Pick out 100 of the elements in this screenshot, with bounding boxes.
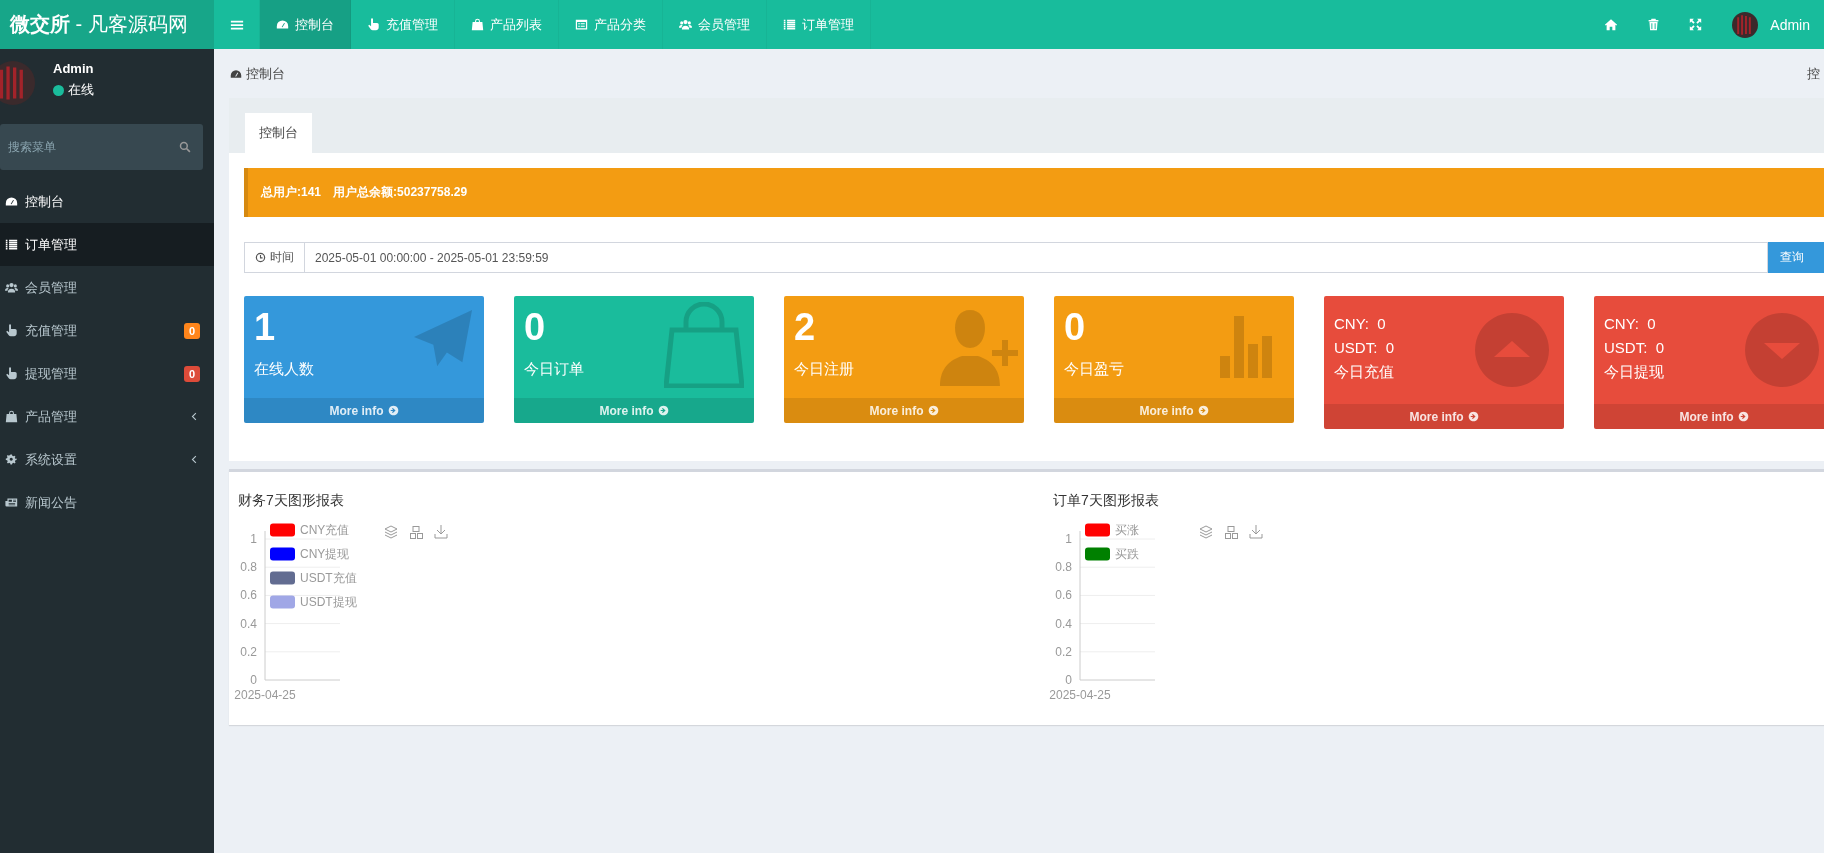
data-view-icon[interactable] [1225, 526, 1238, 539]
stat-value: 0 [1064, 305, 1086, 350]
list-icon [5, 238, 18, 251]
stat-value: USDT: 0 [1604, 338, 1665, 358]
breadcrumb[interactable]: 控制台 [230, 64, 285, 83]
stat-value: CNY: 0 [1334, 314, 1387, 334]
stack-icon[interactable] [384, 525, 398, 539]
up-arrow-icon [1475, 313, 1549, 387]
stat-value: 1 [254, 305, 276, 350]
status-text: 在线 [68, 81, 94, 99]
legend-label[interactable]: CNY充值 [300, 523, 350, 537]
sidebar-item[interactable]: 新闻公告 [0, 481, 214, 524]
more-info-link[interactable]: More info [1324, 404, 1564, 429]
users-icon [5, 281, 18, 294]
more-info-link[interactable]: More info [1594, 404, 1824, 429]
stat-value: USDT: 0 [1334, 338, 1395, 358]
sidebar-item[interactable]: 产品管理 [0, 395, 214, 438]
nav-tab[interactable]: 订单管理 [767, 0, 871, 49]
axis-tick-label: 0 [1065, 673, 1072, 687]
newspaper-icon [5, 496, 18, 509]
search-field[interactable]: 搜索菜单 [0, 124, 203, 170]
users-icon [679, 18, 692, 31]
clock-icon [255, 252, 266, 263]
legend-label[interactable]: 买涨 [1115, 523, 1139, 537]
down-arrow-icon [1745, 313, 1819, 387]
legend-swatch[interactable] [270, 571, 295, 585]
legend-label[interactable]: USDT提现 [300, 595, 357, 609]
legend-swatch[interactable] [1085, 523, 1110, 537]
axis-tick-label: 0.6 [240, 588, 257, 603]
more-info-link[interactable]: More info [514, 398, 754, 423]
stat-label: 今日充值 [1334, 363, 1395, 382]
gauge-icon [5, 195, 18, 208]
axis-tick-label: 0.2 [240, 644, 257, 659]
stat-value: 0 [524, 305, 546, 350]
sidebar-item[interactable]: 订单管理 [0, 223, 214, 266]
more-info-link[interactable]: More info [784, 398, 1024, 423]
download-icon[interactable] [434, 524, 448, 539]
search-icon [179, 141, 191, 153]
stat-label: 在线人数 [254, 360, 315, 379]
nav-tab[interactable]: 控制台 [260, 0, 351, 49]
legend-label[interactable]: USDT充值 [300, 571, 357, 585]
axis-tick-label: 0 [250, 673, 257, 687]
nav-tab[interactable]: 会员管理 [663, 0, 767, 49]
trash-icon [1646, 18, 1660, 31]
axis-tick-label: 0.4 [1055, 616, 1072, 631]
more-info-link[interactable]: More info [244, 398, 484, 423]
logo-text[interactable]: 微交所 - 凡客源码网 [0, 0, 214, 49]
axis-tick-label: 0.8 [240, 560, 257, 575]
nav-tab[interactable]: 产品分类 [559, 0, 663, 49]
more-info-link[interactable]: More info [1054, 398, 1294, 423]
date-range-field[interactable]: 2025-05-01 00:00:00 - 2025-05-01 23:59:59 [305, 242, 1768, 273]
stat-label: 今日订单 [524, 360, 585, 379]
nav-tab[interactable]: 充值管理 [351, 0, 455, 49]
user-name: Admin [53, 61, 94, 76]
axis-tick-label: 2025-04-25 [1049, 688, 1111, 702]
axis-tick-label: 1 [1065, 532, 1072, 546]
home-icon [1604, 17, 1619, 32]
breadcrumb[interactable]: 控 [1807, 64, 1820, 83]
gauge-icon [230, 67, 242, 80]
list-icon [783, 18, 796, 31]
axis-tick-label: 1 [250, 532, 257, 546]
axis-tick-label: 0.4 [240, 616, 257, 631]
axis-tick-label: 0.8 [1055, 560, 1072, 575]
chart-title: 订单7天图形报表 [1053, 492, 1160, 510]
time-label: 时间 [244, 242, 305, 273]
count-badge: 0 [183, 322, 200, 339]
nav-tab[interactable]: 产品列表 [455, 0, 559, 49]
gear-icon [5, 453, 18, 466]
download-icon[interactable] [1249, 524, 1263, 539]
sidebar-item[interactable]: 会员管理 [0, 266, 214, 309]
query-button[interactable]: 查询 [1768, 242, 1824, 273]
sidebar-item[interactable]: 系统设置 [0, 438, 214, 481]
bag-icon [471, 18, 484, 31]
stat-value: 2 [794, 305, 816, 350]
total-balance-text: 用户总余额:50237758.29 [333, 184, 468, 201]
status-dot [53, 84, 64, 96]
stat-label: 今日盈亏 [1064, 360, 1125, 379]
hand-icon [5, 324, 18, 337]
sidebar-item[interactable]: 提现管理 0 [0, 352, 214, 395]
avatar-icon [1732, 11, 1759, 38]
sidebar-item[interactable]: 控制台 [0, 180, 214, 223]
data-view-icon[interactable] [410, 526, 423, 539]
stat-value: CNY: 0 [1604, 314, 1657, 334]
stack-icon[interactable] [1199, 525, 1213, 539]
user-menu[interactable]: Admin [1716, 0, 1824, 49]
legend-swatch[interactable] [270, 547, 295, 561]
legend-label[interactable]: CNY提现 [300, 547, 350, 561]
legend-label[interactable]: 买跌 [1115, 547, 1139, 561]
bag-icon [5, 410, 18, 423]
axis-tick-label: 2025-04-25 [234, 688, 296, 702]
stat-label: 今日注册 [794, 360, 855, 379]
legend-swatch[interactable] [270, 523, 295, 537]
sidebar-item[interactable]: 充值管理 0 [0, 309, 214, 352]
chart-title: 财务7天图形报表 [238, 492, 345, 510]
avatar-icon [0, 61, 35, 105]
legend-swatch[interactable] [1085, 547, 1110, 561]
expand-icon [1688, 18, 1702, 31]
bag-icon [664, 302, 744, 388]
page-tab[interactable]: 控制台 [245, 113, 312, 153]
table-icon [575, 18, 588, 31]
